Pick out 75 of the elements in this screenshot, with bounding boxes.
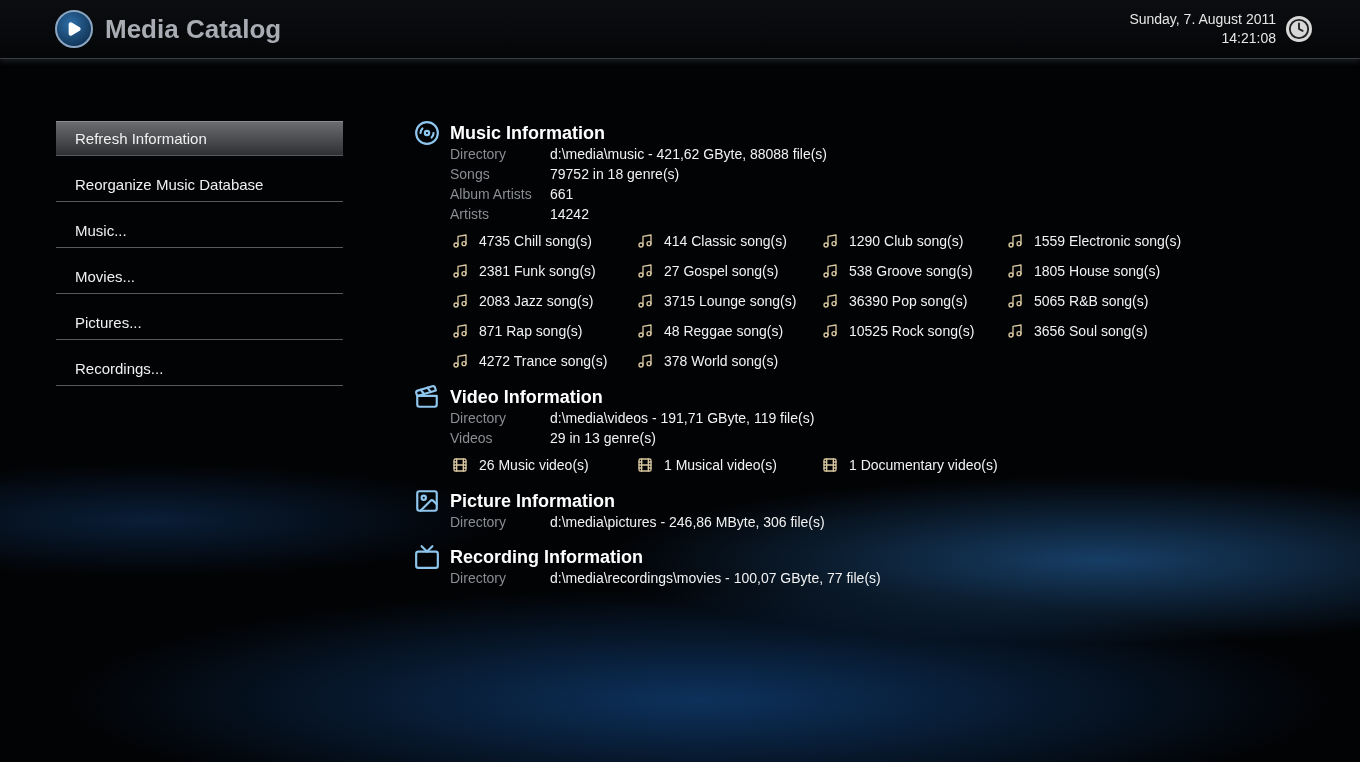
detail-label: Songs [450, 165, 491, 183]
detail-value: 79752 in 18 genre(s) [550, 165, 681, 183]
menu-item[interactable]: Pictures... [56, 305, 343, 340]
music-note-icon [450, 261, 470, 281]
app-title: Media Catalog [105, 13, 282, 45]
detail-label: Directory [450, 569, 507, 587]
detail-label: Directory [450, 409, 507, 427]
detail-value: 29 in 13 genre(s) [550, 429, 657, 447]
genre-count: 1805 House song(s) [1034, 263, 1161, 279]
music-note-icon [1005, 261, 1025, 281]
music-note-icon [635, 291, 655, 311]
music-note-icon [635, 321, 655, 341]
music-note-icon [635, 261, 655, 281]
genre-count: 26 Music video(s) [479, 457, 589, 473]
music-note-icon [635, 351, 655, 371]
genre-count: 3656 Soul song(s) [1034, 323, 1148, 339]
disc-icon [412, 119, 442, 147]
menu-item[interactable]: Movies... [56, 259, 343, 294]
detail-label: Directory [450, 145, 507, 163]
genre-count: 5065 R&B song(s) [1034, 293, 1149, 309]
music-note-icon [820, 231, 840, 251]
section-title: Video Information [450, 386, 603, 408]
detail-label: Album Artists [450, 185, 533, 203]
genre-count: 27 Gospel song(s) [664, 263, 779, 279]
film-icon [820, 455, 840, 475]
music-note-icon [450, 291, 470, 311]
genre-count: 378 World song(s) [664, 353, 779, 369]
detail-label: Artists [450, 205, 490, 223]
genre-count: 538 Groove song(s) [849, 263, 973, 279]
genre-count: 36390 Pop song(s) [849, 293, 968, 309]
menu-item[interactable]: Refresh Information [56, 121, 343, 156]
section-title: Recording Information [450, 546, 643, 568]
time-text: 14:21:08 [1221, 29, 1276, 48]
genre-count: 871 Rap song(s) [479, 323, 583, 339]
music-note-icon [450, 321, 470, 341]
genre-count: 1290 Club song(s) [849, 233, 964, 249]
music-note-icon [1005, 231, 1025, 251]
detail-label: Directory [450, 513, 507, 531]
detail-value: d:\media\pictures - 246,86 MByte, 306 file(s) [550, 513, 826, 531]
menu-item[interactable]: Music... [56, 213, 343, 248]
menu-item[interactable]: Recordings... [56, 351, 343, 386]
film-icon [450, 455, 470, 475]
genre-count: 48 Reggae song(s) [664, 323, 784, 339]
music-note-icon [635, 231, 655, 251]
tv-icon [412, 543, 442, 571]
detail-value: 661 [550, 185, 575, 203]
detail-value: d:\media\recordings\movies - 100,07 GByte, 77 file(s) [550, 569, 882, 587]
menu-item[interactable]: Reorganize Music Database [56, 167, 343, 202]
genre-count: 1 Documentary video(s) [849, 457, 998, 473]
music-note-icon [820, 291, 840, 311]
detail-label: Videos [450, 429, 494, 447]
play-logo-icon [55, 10, 93, 48]
genre-count: 414 Classic song(s) [664, 233, 787, 249]
music-note-icon [450, 231, 470, 251]
section-title: Picture Information [450, 490, 615, 512]
genre-count: 3715 Lounge song(s) [664, 293, 797, 309]
music-note-icon [820, 321, 840, 341]
detail-value: d:\media\music - 421,62 GByte, 88088 file(s) [550, 145, 829, 163]
genre-count: 1559 Electronic song(s) [1034, 233, 1182, 249]
genre-count: 1 Musical video(s) [664, 457, 777, 473]
music-note-icon [1005, 291, 1025, 311]
music-note-icon [820, 261, 840, 281]
clock-icon [1286, 16, 1312, 42]
section-title: Music Information [450, 122, 605, 144]
genre-count: 2381 Funk song(s) [479, 263, 596, 279]
detail-value: 14242 [550, 205, 590, 223]
genre-count: 2083 Jazz song(s) [479, 293, 594, 309]
music-note-icon [1005, 321, 1025, 341]
genre-count: 4272 Trance song(s) [479, 353, 608, 369]
genre-count: 10525 Rock song(s) [849, 323, 975, 339]
film-icon [635, 455, 655, 475]
music-note-icon [450, 351, 470, 371]
genre-count: 4735 Chill song(s) [479, 233, 592, 249]
detail-value: d:\media\videos - 191,71 GByte, 119 file(s) [550, 409, 816, 427]
date-text: Sunday, 7. August 2011 [1129, 10, 1276, 29]
